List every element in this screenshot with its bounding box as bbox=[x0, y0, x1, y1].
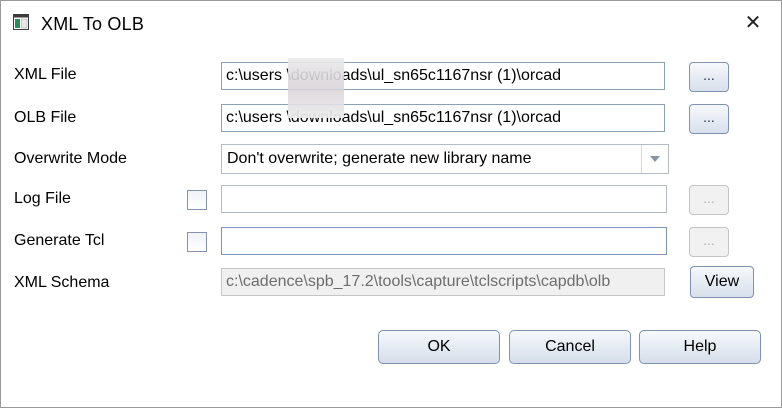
overwrite-mode-value: Don't overwrite; generate new library na… bbox=[227, 150, 532, 167]
app-window-icon bbox=[13, 14, 29, 30]
ok-button[interactable]: OK bbox=[378, 330, 500, 364]
close-icon[interactable]: ✕ bbox=[742, 11, 764, 35]
log-file-input[interactable] bbox=[221, 185, 667, 213]
generate-tcl-input[interactable] bbox=[221, 227, 667, 255]
olb-file-browse-button[interactable]: ... bbox=[689, 104, 729, 134]
overwrite-mode-label: Overwrite Mode bbox=[14, 150, 127, 167]
olb-file-label: OLB File bbox=[14, 109, 77, 126]
window-title: XML To OLB bbox=[41, 14, 145, 34]
overwrite-mode-select[interactable]: Don't overwrite; generate new library na… bbox=[221, 144, 669, 174]
log-file-browse-button[interactable]: ... bbox=[689, 185, 729, 215]
help-button[interactable]: Help bbox=[639, 330, 761, 364]
log-file-checkbox[interactable] bbox=[187, 190, 207, 210]
redaction-blur bbox=[288, 58, 344, 118]
xml-schema-label: XML Schema bbox=[14, 274, 110, 291]
xml-to-olb-dialog: XML To OLB ✕ XML File c:\users \download… bbox=[0, 0, 782, 408]
cancel-button[interactable]: Cancel bbox=[509, 330, 631, 364]
title-bar: XML To OLB ✕ bbox=[1, 1, 781, 47]
log-file-label: Log File bbox=[14, 190, 71, 207]
generate-tcl-checkbox[interactable] bbox=[187, 232, 207, 252]
chevron-down-icon bbox=[650, 156, 660, 162]
generate-tcl-browse-button[interactable]: ... bbox=[689, 227, 729, 257]
xml-file-browse-button[interactable]: ... bbox=[689, 62, 729, 92]
xml-schema-input: c:\cadence\spb_17.2\tools\capture\tclscr… bbox=[221, 268, 665, 296]
xml-file-label: XML File bbox=[14, 66, 77, 83]
generate-tcl-label: Generate Tcl bbox=[14, 232, 105, 249]
view-button[interactable]: View bbox=[690, 266, 754, 298]
dropdown-arrow-button[interactable] bbox=[641, 145, 668, 173]
